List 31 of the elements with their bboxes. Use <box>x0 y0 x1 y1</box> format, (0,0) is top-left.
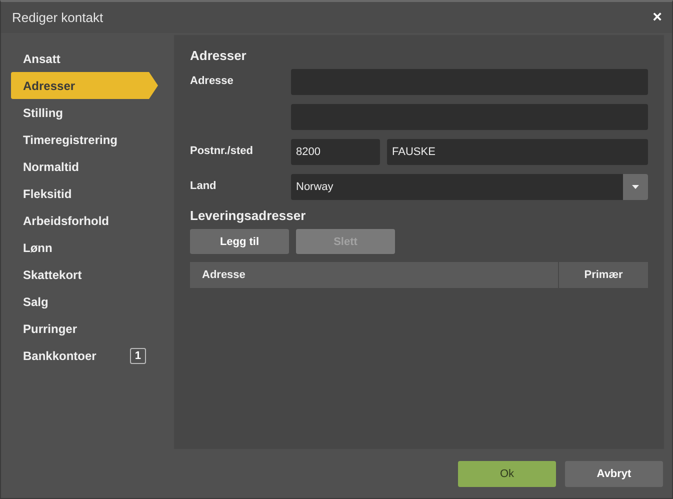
column-header[interactable]: Adresse <box>190 262 558 288</box>
sidebar-item[interactable]: Ansatt <box>11 45 158 72</box>
country-dropdown[interactable]: Norway <box>291 174 648 200</box>
ok-button[interactable]: Ok <box>458 461 556 487</box>
section-title: Adresser <box>190 48 248 63</box>
sidebar-item[interactable]: Fleksitid <box>11 180 158 207</box>
cancel-button[interactable]: Avbryt <box>565 461 663 487</box>
field-label: Postnr./sted <box>190 144 254 157</box>
sidebar-item[interactable]: Purringer <box>11 315 158 342</box>
add-button[interactable]: Legg til <box>190 229 289 254</box>
section-title: Leveringsadresser <box>190 208 307 223</box>
field-label: Land <box>190 179 218 192</box>
close-button[interactable]: × <box>652 8 662 26</box>
sidebar-item[interactable]: Timeregistrering <box>11 126 158 153</box>
sidebar-item[interactable]: Stilling <box>11 99 158 126</box>
sidebar-item[interactable]: Bankkontoer 1 <box>11 342 158 369</box>
input-field[interactable]: 8200 <box>291 139 380 165</box>
column-header[interactable]: Primær <box>559 262 648 288</box>
field-label: Adresse <box>190 74 234 87</box>
sidebar-item[interactable]: Lønn <box>11 234 158 261</box>
sidebar-item[interactable]: Arbeidsforhold <box>11 207 158 234</box>
input-field[interactable] <box>291 69 648 95</box>
sidebar-item[interactable]: Skattekort <box>11 261 158 288</box>
sidebar-item[interactable]: Normaltid <box>11 153 158 180</box>
sidebar-item[interactable]: Adresser <box>11 72 158 99</box>
input-field[interactable] <box>291 104 648 130</box>
sidebar-item[interactable]: Salg <box>11 288 158 315</box>
window-title: Rediger kontakt <box>12 10 104 25</box>
input-field[interactable]: FAUSKE <box>387 139 648 165</box>
count-badge: 1 <box>130 348 146 364</box>
caret-icon <box>632 185 639 189</box>
